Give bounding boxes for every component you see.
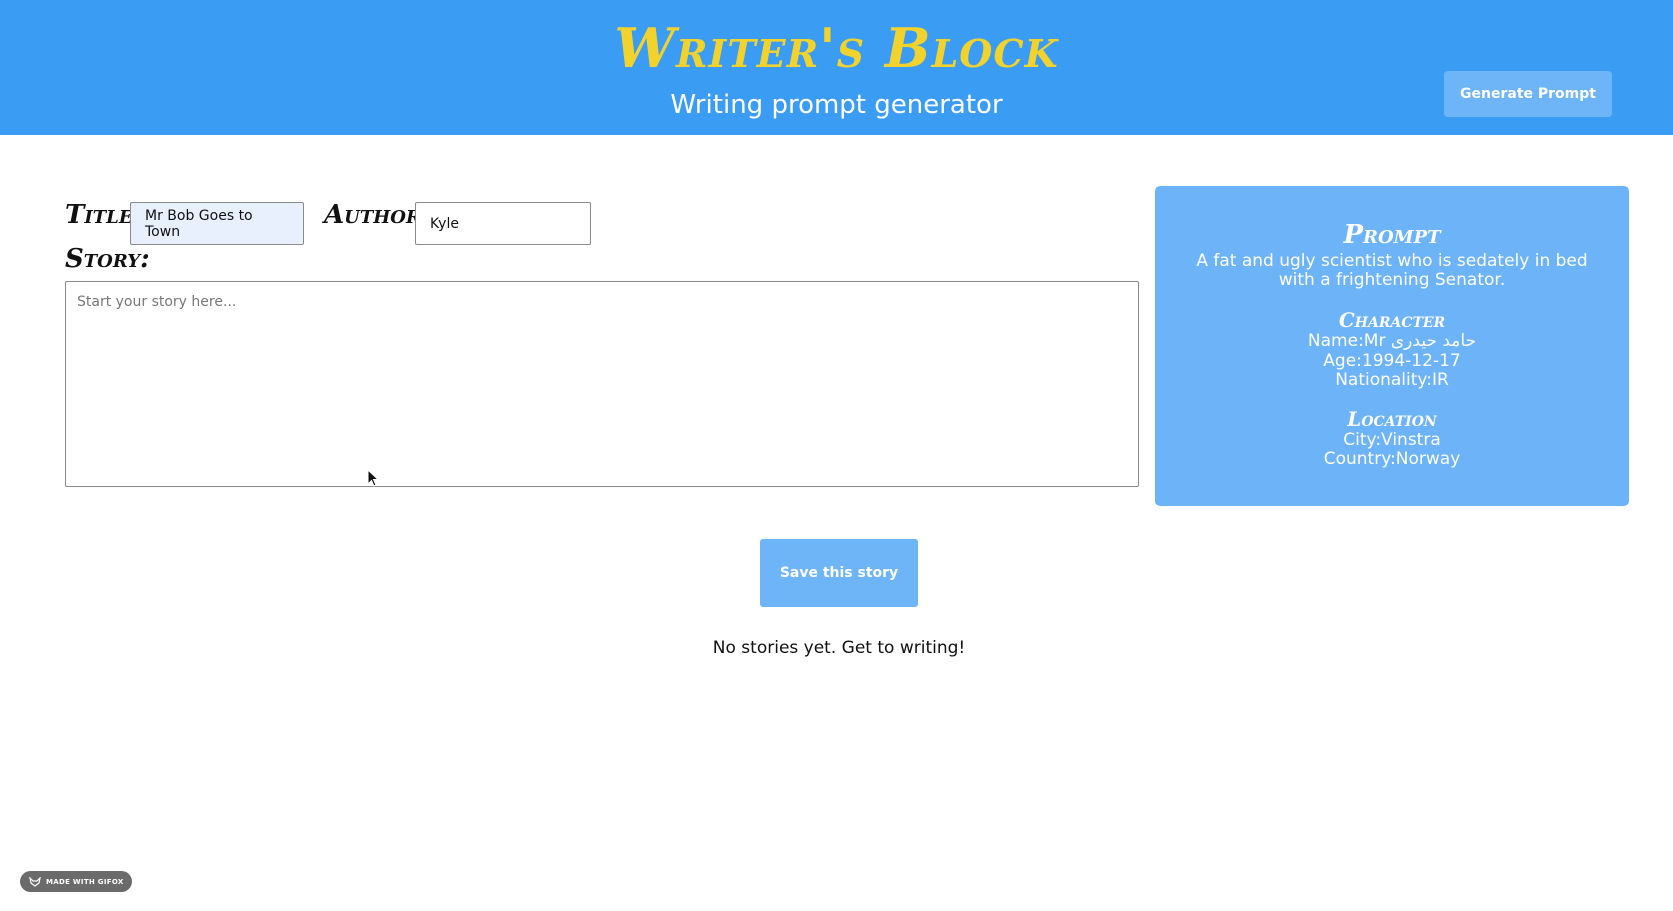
fox-icon bbox=[29, 876, 41, 887]
story-label: Story: bbox=[65, 244, 150, 274]
title-input[interactable]: Mr Bob Goes to Town bbox=[130, 202, 304, 245]
page: Writer's Block Writing prompt generator … bbox=[0, 0, 1673, 911]
app-subtitle: Writing prompt generator bbox=[670, 90, 1003, 120]
location-country: Country:Norway bbox=[1323, 449, 1461, 469]
story-textarea[interactable]: Start your story here... bbox=[65, 281, 1139, 487]
character-nationality: Nationality:IR bbox=[1335, 370, 1449, 390]
made-with-gifox-badge[interactable]: MADE WITH GIFOX bbox=[20, 871, 132, 892]
generate-prompt-button[interactable]: Generate Prompt bbox=[1444, 71, 1612, 117]
location-heading: Location bbox=[1347, 406, 1437, 431]
location-city: City:Vinstra bbox=[1343, 429, 1441, 450]
badge-label: MADE WITH GIFOX bbox=[46, 877, 124, 886]
prompt-text: A fat and ugly scientist who is sedately… bbox=[1196, 251, 1588, 290]
mouse-cursor-icon bbox=[367, 469, 379, 487]
character-name: Name:Mr حامد حیدری bbox=[1307, 331, 1477, 351]
prompt-card: Prompt A fat and ugly scientist who is s… bbox=[1155, 186, 1629, 506]
prompt-heading: Prompt bbox=[1343, 220, 1441, 250]
empty-stories-message: No stories yet. Get to writing! bbox=[712, 638, 966, 658]
author-input[interactable]: Kyle bbox=[415, 202, 591, 245]
character-age: Age:1994-12-17 bbox=[1323, 350, 1461, 371]
save-story-button[interactable]: Save this story bbox=[760, 539, 918, 607]
character-heading: Character bbox=[1338, 308, 1446, 332]
app-title: Writer's Block bbox=[614, 16, 1059, 80]
header: Writer's Block Writing prompt generator … bbox=[0, 0, 1673, 135]
